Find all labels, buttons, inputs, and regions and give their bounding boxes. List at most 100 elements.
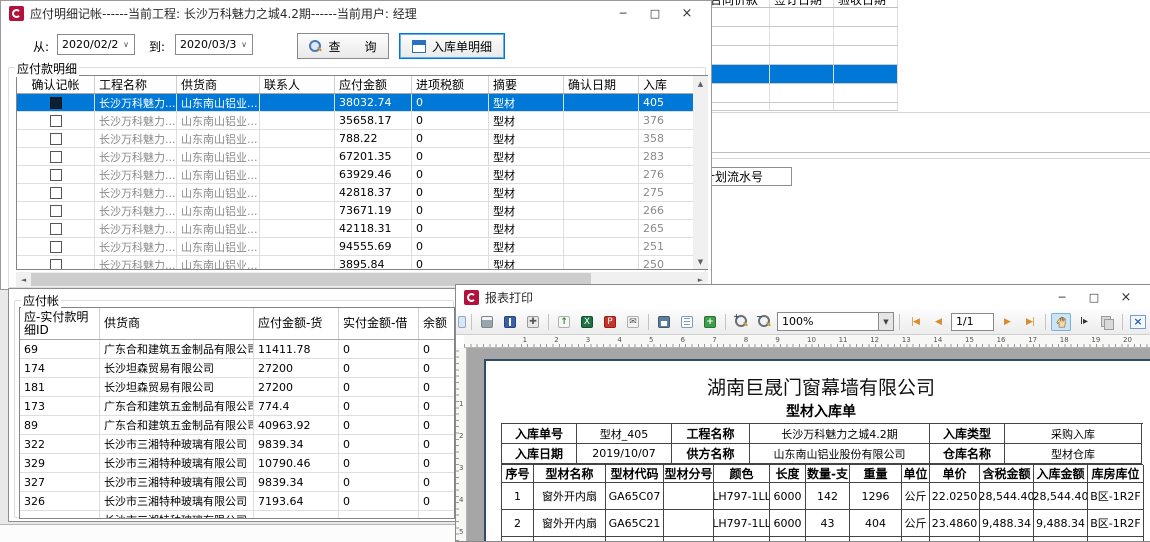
column-header[interactable]: 应付金额-货 (254, 308, 339, 339)
table-row[interactable]: 长沙市三湘特种玻璃有限公司 (20, 511, 454, 519)
export-excel-icon[interactable]: X (577, 313, 597, 331)
table-row[interactable] (706, 84, 898, 103)
page-number-input[interactable]: 1/1 (951, 313, 994, 331)
layout-icon[interactable] (458, 313, 466, 331)
row-checkbox[interactable] (50, 169, 62, 181)
prev-page-button[interactable]: ◀ (928, 313, 948, 331)
column-header[interactable]: 供货商 (177, 76, 260, 93)
first-page-button[interactable]: |◀ (905, 313, 925, 331)
tools-icon[interactable]: ✚ (523, 313, 543, 331)
column-header[interactable]: 入库 (639, 76, 694, 93)
cell (770, 8, 834, 26)
vertical-scrollbar[interactable]: ▲ ▼ (693, 76, 708, 269)
preview-area[interactable]: 湖南巨晟门窗幕墙有限公司 型材入库单 入库单号型材_405工程名称长沙万科魅力之… (467, 348, 1150, 541)
column-header[interactable]: 余额 (419, 308, 455, 339)
row-checkbox[interactable] (50, 151, 62, 163)
archive-icon[interactable]: + (700, 313, 720, 331)
row-checkbox[interactable] (50, 241, 62, 253)
row-checkbox[interactable] (50, 133, 62, 145)
title-bar[interactable]: 应付明细记帐------当前工程: 长沙万科魅力之城4.2期------当前用户… (1, 1, 711, 25)
save-icon[interactable] (654, 313, 674, 331)
close-button[interactable]: × (671, 3, 703, 23)
row-checkbox[interactable] (50, 259, 62, 271)
zoom-select[interactable]: 100% ▼ (777, 312, 894, 331)
close-button[interactable]: × (1110, 287, 1142, 307)
last-page-button[interactable]: ▶| (1020, 313, 1040, 331)
table-row[interactable]: 长沙万科魅力...山东南山铝业...63929.460型材276 (17, 166, 707, 184)
column-header[interactable]: 实付金额-借 (339, 308, 419, 339)
column-header[interactable]: 应-实付款明细ID (20, 308, 100, 339)
scroll-up-icon[interactable]: ▲ (693, 76, 708, 91)
chevron-down-icon[interactable]: ∨ (118, 40, 134, 49)
table-row[interactable] (706, 103, 898, 111)
table-row[interactable]: 329长沙市三湘特种玻璃有限公司10790.4600 (20, 454, 454, 473)
table-row[interactable] (706, 46, 898, 65)
report-cell: 1 (502, 483, 534, 510)
table-row[interactable]: 89广东合和建筑五金制品有限公司40963.9200 (20, 416, 454, 435)
table-row[interactable]: 69广东合和建筑五金制品有限公司11411.7800 (20, 340, 454, 359)
document-icon[interactable] (677, 313, 697, 331)
column-header[interactable]: 应付金额 (335, 76, 412, 93)
row-checkbox[interactable] (50, 115, 62, 127)
table-row[interactable] (706, 65, 898, 84)
table-row[interactable]: 长沙万科魅力...山东南山铝业...42118.310型材265 (17, 220, 707, 238)
column-header[interactable]: 确认日期 (564, 76, 639, 93)
inbound-detail-button[interactable]: 入库单明细 (399, 33, 505, 59)
row-checkbox[interactable] (50, 223, 62, 235)
cell: 0 (412, 256, 489, 270)
table-row[interactable]: 173广东合和建筑五金制品有限公司774.400 (20, 397, 454, 416)
text-select-tool-button[interactable]: I▸ (1074, 313, 1094, 331)
row-checkbox[interactable] (50, 97, 62, 109)
table-row[interactable]: 长沙万科魅力...山东南山铝业...35658.170型材376 (17, 112, 707, 130)
title-bar[interactable]: 报表打印 ─ □ × (456, 285, 1150, 309)
column-header[interactable]: 供货商 (100, 308, 254, 339)
to-date-picker[interactable]: 2020/03/31 ∨ (175, 34, 253, 55)
table-row[interactable]: 327长沙市三湘特种玻璃有限公司9839.3400 (20, 473, 454, 492)
query-button[interactable]: 查 询 (297, 33, 389, 59)
table-row[interactable]: 长沙万科魅力...山东南山铝业...42818.370型材275 (17, 184, 707, 202)
maximize-button[interactable]: □ (639, 3, 671, 23)
from-date-picker[interactable]: 2020/02/29 ∨ (57, 34, 135, 55)
scroll-down-icon[interactable]: ▼ (693, 254, 708, 269)
table-row[interactable]: 181长沙坦森贸易有限公司2720000 (20, 378, 454, 397)
column-header[interactable]: 进项税额 (412, 76, 489, 93)
table-row[interactable]: 322长沙市三湘特种玻璃有限公司9839.3400 (20, 435, 454, 454)
cell: 0 (412, 94, 489, 111)
table-header-row: 应-实付款明细ID供货商应付金额-货实付金额-借余额 (20, 308, 454, 340)
column-header[interactable]: 工程名称 (95, 76, 177, 93)
dropdown-arrow-icon[interactable]: ▼ (878, 313, 893, 330)
export-icon[interactable]: ↑ (554, 313, 574, 331)
zoom-out-icon[interactable]: − (754, 313, 774, 331)
zoom-in-icon[interactable]: + (731, 313, 751, 331)
next-page-button[interactable]: ▶ (997, 313, 1017, 331)
report-cell: 入库类型 (930, 424, 1005, 444)
chevron-down-icon[interactable]: ∨ (236, 40, 252, 49)
table-row[interactable] (706, 27, 898, 46)
export-pdf-icon[interactable]: P (600, 313, 620, 331)
cell (706, 84, 770, 102)
table-row[interactable]: 长沙万科魅力...山东南山铝业...94555.690型材251 (17, 238, 707, 256)
table-row[interactable]: 长沙万科魅力...山东南山铝业...67201.350型材283 (17, 148, 707, 166)
minimize-button[interactable]: ─ (1046, 287, 1078, 307)
table-row[interactable]: 长沙万科魅力...山东南山铝业...38032.740型材405 (17, 94, 707, 112)
copy-icon[interactable] (1097, 313, 1117, 331)
table-row[interactable] (706, 8, 898, 27)
column-header[interactable]: 联系人 (260, 76, 335, 93)
row-checkbox[interactable] (50, 187, 62, 199)
book-icon[interactable] (500, 313, 520, 331)
hand-tool-button[interactable] (1051, 313, 1071, 331)
table-row[interactable]: 长沙万科魅力...山东南山铝业...788.220型材358 (17, 130, 707, 148)
export-mail-icon[interactable]: ✉ (623, 313, 643, 331)
table-row[interactable]: 长沙万科魅力...山东南山铝业...3895.840型材250 (17, 256, 707, 270)
table-row[interactable]: 长沙万科魅力...山东南山铝业...73671.190型材266 (17, 202, 707, 220)
row-checkbox[interactable] (50, 205, 62, 217)
close-preview-button[interactable]: × (1128, 313, 1148, 331)
print-icon[interactable] (477, 313, 497, 331)
table-row[interactable]: 326长沙市三湘特种玻璃有限公司7193.6400 (20, 492, 454, 511)
column-header[interactable]: 确认记帐 (17, 76, 95, 93)
table-row[interactable]: 174长沙坦森贸易有限公司2720000 (20, 359, 454, 378)
column-header[interactable]: 摘要 (489, 76, 564, 93)
scroll-left-icon[interactable]: ◄ (16, 272, 31, 287)
minimize-button[interactable]: ─ (607, 3, 639, 23)
maximize-button[interactable]: □ (1078, 287, 1110, 307)
